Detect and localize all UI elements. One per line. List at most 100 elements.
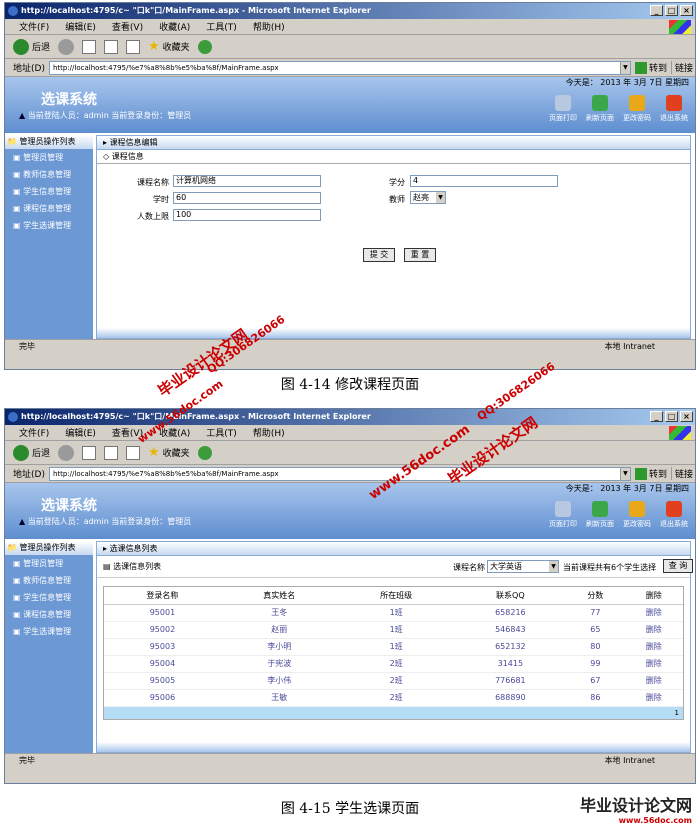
- history-icon[interactable]: [197, 445, 212, 460]
- stop-icon[interactable]: [82, 39, 97, 54]
- go-arrow-icon: [634, 467, 647, 480]
- table-row: 95002 赵丽 1班 546843 65 删除: [104, 621, 683, 639]
- key-icon: [629, 95, 645, 111]
- teacher-select[interactable]: 赵亮 ▼: [410, 191, 446, 204]
- sidebar-item-students[interactable]: ▣ 学生信息管理: [5, 589, 93, 606]
- back-button[interactable]: 后退: [13, 444, 50, 461]
- menu-file[interactable]: 文件(F): [19, 20, 49, 33]
- toolbar: 后退 ★ 收藏夹: [5, 441, 695, 465]
- menu-bar: 文件(F) 编辑(E) 查看(V) 收藏(A) 工具(T) 帮助(H): [5, 19, 695, 35]
- menu-view[interactable]: 查看(V): [112, 426, 143, 439]
- menu-favorites[interactable]: 收藏(A): [159, 426, 190, 439]
- sidebar-header: 📁 管理员操作列表: [5, 541, 93, 555]
- date-text: 今天是： 2013 年 3月 7日 星期四: [565, 78, 689, 87]
- sidebar-item-courses[interactable]: ▣ 课程信息管理: [5, 606, 93, 623]
- query-button[interactable]: 查 询: [663, 559, 693, 573]
- sidebar-item-admins[interactable]: ▣ 管理员管理: [5, 555, 93, 572]
- menu-tools[interactable]: 工具(T): [206, 426, 237, 439]
- cell-class: 1班: [337, 638, 455, 656]
- address-input[interactable]: http://localhost:4795/%e7%a8%8b%e5%ba%8f…: [48, 60, 631, 75]
- breadcrumb: ▸ 课程信息编辑: [97, 136, 690, 150]
- print-button[interactable]: 页面打印: [546, 501, 580, 529]
- sidebar-item-students[interactable]: ▣ 学生信息管理: [5, 183, 93, 200]
- print-button[interactable]: 页面打印: [546, 95, 580, 123]
- limit-input[interactable]: 100: [173, 209, 321, 221]
- menu-edit[interactable]: 编辑(E): [65, 20, 96, 33]
- go-button[interactable]: 转到: [634, 61, 667, 74]
- maximize-button[interactable]: □: [665, 5, 678, 16]
- chevron-down-icon[interactable]: ▼: [619, 61, 630, 74]
- home-icon[interactable]: [126, 445, 141, 460]
- cell-name: 李小明: [220, 638, 338, 656]
- app-header: 今天是： 2013 年 3月 7日 星期四 选课系统 ▲ 当前登陆人员：admi…: [5, 483, 695, 539]
- sidebar-item-admins[interactable]: ▣ 管理员管理: [5, 149, 93, 166]
- cell-name: 李小伟: [220, 672, 338, 690]
- course-name-input[interactable]: 计算机网络: [173, 175, 321, 187]
- delete-link[interactable]: 删除: [624, 604, 683, 622]
- delete-link[interactable]: 删除: [624, 672, 683, 690]
- go-button[interactable]: 转到: [634, 467, 667, 480]
- delete-link[interactable]: 删除: [624, 655, 683, 673]
- favorites-button[interactable]: ★ 收藏夹: [148, 445, 190, 460]
- sidebar-item-selections[interactable]: ▣ 学生选课管理: [5, 217, 93, 234]
- links-button[interactable]: 链接: [670, 467, 693, 480]
- refresh-icon[interactable]: [104, 445, 119, 460]
- page-number[interactable]: 1: [675, 709, 679, 717]
- cell-score: 99: [566, 655, 625, 673]
- menu-tools[interactable]: 工具(T): [206, 20, 237, 33]
- sidebar-item-teachers[interactable]: ▣ 教师信息管理: [5, 166, 93, 183]
- menu-help[interactable]: 帮助(H): [253, 20, 285, 33]
- cell-name: 王敏: [220, 689, 338, 707]
- logout-button[interactable]: 退出系统: [657, 95, 691, 123]
- label-limit: 人数上限: [137, 212, 169, 221]
- refresh-page-button[interactable]: 刷新页面: [583, 501, 617, 529]
- window-title: http://localhost:4795/c~ "口k"口/MainFrame…: [21, 6, 371, 15]
- maximize-button[interactable]: □: [665, 411, 678, 422]
- menu-help[interactable]: 帮助(H): [253, 426, 285, 439]
- sidebar-item-selections[interactable]: ▣ 学生选课管理: [5, 623, 93, 640]
- cell-name: 王冬: [220, 604, 338, 622]
- chevron-down-icon[interactable]: ▼: [619, 467, 630, 480]
- home-icon[interactable]: [126, 39, 141, 54]
- forward-button[interactable]: [58, 38, 75, 55]
- refresh-icon[interactable]: [104, 39, 119, 54]
- links-button[interactable]: 链接: [670, 61, 693, 74]
- address-input[interactable]: http://localhost:4795/%e7%a8%8b%e5%ba%8f…: [48, 466, 631, 481]
- back-button[interactable]: 后退: [13, 38, 50, 55]
- sidebar-item-courses[interactable]: ▣ 课程信息管理: [5, 200, 93, 217]
- cell-login: 95006: [104, 689, 221, 707]
- go-arrow-icon: [634, 61, 647, 74]
- menu-edit[interactable]: 编辑(E): [65, 426, 96, 439]
- submit-button[interactable]: 提 交: [363, 248, 395, 262]
- close-button[interactable]: ×: [680, 411, 693, 422]
- hours-input[interactable]: 60: [173, 192, 321, 204]
- delete-link[interactable]: 删除: [624, 621, 683, 639]
- intranet-zone: 本地 Intranet: [604, 342, 655, 351]
- system-title: 选课系统: [41, 498, 97, 514]
- delete-link[interactable]: 删除: [624, 689, 683, 707]
- change-password-button[interactable]: 更改密码: [620, 501, 654, 529]
- cell-score: 67: [566, 672, 625, 690]
- reset-button[interactable]: 重 置: [404, 248, 436, 262]
- cell-login: 95002: [104, 621, 221, 639]
- delete-link[interactable]: 删除: [624, 638, 683, 656]
- menu-view[interactable]: 查看(V): [112, 20, 143, 33]
- logout-button[interactable]: 退出系统: [657, 501, 691, 529]
- change-password-button[interactable]: 更改密码: [620, 95, 654, 123]
- minimize-button[interactable]: _: [650, 5, 663, 16]
- sidebar-item-teachers[interactable]: ▣ 教师信息管理: [5, 572, 93, 589]
- refresh-page-button[interactable]: 刷新页面: [583, 95, 617, 123]
- cell-class: 1班: [337, 621, 455, 639]
- close-button[interactable]: ×: [680, 5, 693, 16]
- credit-input[interactable]: 4: [410, 175, 558, 187]
- stop-icon[interactable]: [82, 445, 97, 460]
- menu-file[interactable]: 文件(F): [19, 426, 49, 439]
- course-select[interactable]: 大学英语 ▼: [487, 560, 559, 573]
- forward-button[interactable]: [58, 444, 75, 461]
- menu-favorites[interactable]: 收藏(A): [159, 20, 190, 33]
- list-toolbar: ▤ 选课信息列表 课程名称 大学英语 ▼ 当前课程共有6个学生选择 查 询: [97, 556, 693, 578]
- favorites-button[interactable]: ★ 收藏夹: [148, 39, 190, 54]
- history-icon[interactable]: [197, 39, 212, 54]
- minimize-button[interactable]: _: [650, 411, 663, 422]
- cell-class: 2班: [337, 672, 455, 690]
